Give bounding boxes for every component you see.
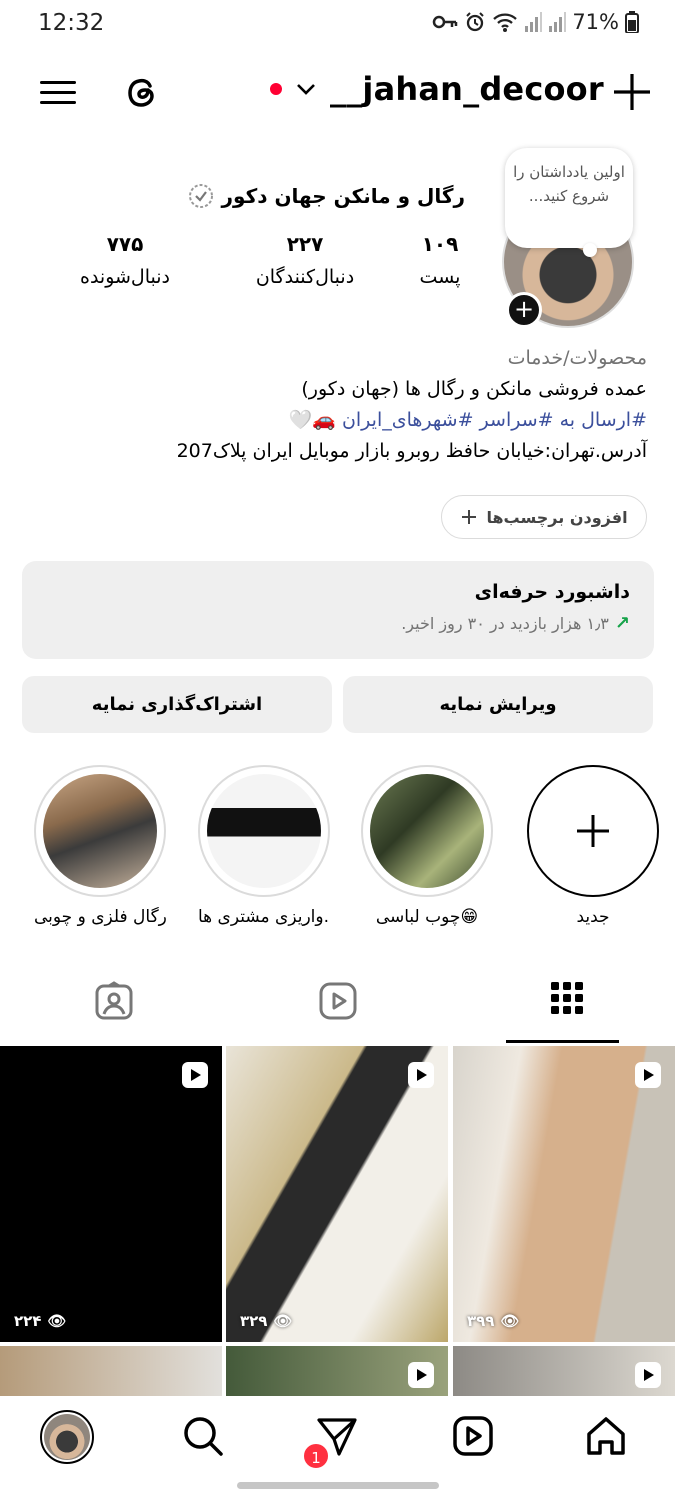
hashtag-link[interactable]: #ارسال به: [554, 409, 647, 431]
add-labels-label: افزودن برچسب‌ها: [486, 507, 628, 527]
messages-badge: 1: [302, 1442, 330, 1470]
eye-icon: 👁: [500, 1312, 520, 1330]
stat-posts[interactable]: ۱۰۹ پست: [400, 232, 480, 288]
home-indicator-bar[interactable]: [237, 1482, 439, 1489]
alarm-icon: [466, 12, 485, 32]
status-icons: 71%: [432, 10, 639, 34]
followers-count: ۲۲۷: [286, 232, 324, 256]
plus-icon: [462, 510, 477, 524]
posts-count: ۱۰۹: [421, 232, 459, 256]
view-count-value: ۳۹۹: [467, 1312, 495, 1330]
search-icon[interactable]: [181, 1414, 225, 1458]
view-count: ۳۹۹ 👁: [467, 1312, 520, 1330]
stat-following[interactable]: ۷۷۵ دنبال‌شونده: [60, 232, 190, 288]
trend-up-icon: ↗: [614, 613, 630, 634]
dashboard-title: داشبورد حرفه‌ای: [474, 581, 630, 603]
home-icon[interactable]: [584, 1414, 628, 1458]
chevron-down-icon: [297, 84, 315, 95]
highlight-hangers[interactable]: چوب لباسی😁: [361, 765, 493, 927]
grid-post[interactable]: ۲۲۴ 👁: [0, 1046, 222, 1342]
nav-profile[interactable]: [40, 1410, 94, 1464]
edit-profile-button[interactable]: ویرایش نمایه: [343, 676, 653, 733]
key-icon: [433, 15, 458, 29]
add-labels-button[interactable]: افزودن برچسب‌ها: [441, 495, 647, 539]
menu-icon[interactable]: [40, 74, 76, 110]
highlight-label: جدید: [576, 907, 610, 927]
grid-post[interactable]: ۳۲۹ 👁: [226, 1046, 448, 1342]
highlight-label: واریزی مشتری ها...: [198, 907, 330, 927]
following-label: دنبال‌شونده: [79, 266, 171, 288]
view-count: ۳۲۹ 👁: [240, 1312, 293, 1330]
bio-line-1: عمده فروشی مانکن و رگال ها (جهان دکور): [301, 378, 647, 400]
reel-icon: [635, 1062, 661, 1088]
account-switcher[interactable]: __jahan_decoor: [270, 70, 604, 108]
dashboard-subtitle: ↗ ۱٫۳ هزار بازدید در ۳۰ روز اخیر.: [46, 613, 630, 634]
battery-percent: 71%: [572, 10, 619, 34]
profile-username: __jahan_decoor: [330, 70, 604, 108]
highlight-label: چوب لباسی😁: [375, 907, 479, 927]
grid-post[interactable]: ۳۹۹ 👁: [453, 1046, 675, 1342]
highlight-new[interactable]: جدید: [527, 765, 659, 927]
grid-post[interactable]: [453, 1346, 675, 1396]
hashtag-link-2[interactable]: #سراسر #شهرهای_ایران: [342, 409, 554, 431]
reels-icon: [319, 982, 357, 1020]
wifi-icon: [493, 13, 518, 32]
professional-dashboard[interactable]: داشبورد حرفه‌ای ↗ ۱٫۳ هزار بازدید در ۳۰ …: [22, 561, 654, 659]
grid-post[interactable]: [226, 1346, 448, 1396]
highlight-cover: [370, 774, 484, 888]
reels-icon[interactable]: [451, 1414, 495, 1458]
tab-tagged[interactable]: [6, 975, 222, 1043]
signal-icon-2: [549, 12, 567, 32]
reel-icon: [408, 1362, 434, 1388]
tab-posts-grid[interactable]: [459, 975, 675, 1043]
reel-icon: [408, 1062, 434, 1088]
profile-bio: محصولات/خدمات عمده فروشی مانکن و رگال ها…: [27, 343, 647, 467]
highlight-customer-payments[interactable]: واریزی مشتری ها...: [198, 765, 330, 927]
display-name: رگال و مانکن جهان دکور: [188, 183, 465, 209]
bio-line-2: #ارسال به #سراسر #شهرهای_ایران 🚗🤍: [27, 405, 647, 436]
highlight-cover: [207, 774, 321, 888]
view-count-value: ۲۲۴: [14, 1312, 42, 1330]
grid-icon: [551, 982, 583, 1014]
bio-category: محصولات/خدمات: [507, 347, 647, 369]
display-name-text: رگال و مانکن جهان دکور: [221, 184, 465, 208]
view-count: ۲۲۴ 👁: [14, 1312, 67, 1330]
posts-label: پست: [419, 266, 461, 288]
followers-label: دنبال‌کنندگان: [255, 266, 355, 288]
tab-reels[interactable]: [230, 975, 446, 1043]
reel-icon: [182, 1062, 208, 1088]
battery-icon: [625, 11, 639, 33]
reel-icon: [635, 1362, 661, 1388]
note-bubble[interactable]: اولین یادداشتان را شروع کنید...: [505, 148, 633, 257]
following-count: ۷۷۵: [106, 232, 144, 256]
meta-verified-icon[interactable]: [188, 183, 214, 209]
status-bar: 12:32 71%: [0, 0, 675, 52]
add-story-plus-icon[interactable]: +: [506, 292, 542, 328]
highlight-label: رگال فلزی و چوبی: [34, 907, 166, 927]
highlight-racks[interactable]: رگال فلزی و چوبی: [34, 765, 166, 927]
stat-followers[interactable]: ۲۲۷ دنبال‌کنندگان: [225, 232, 385, 288]
eye-icon: 👁: [47, 1312, 67, 1330]
dashboard-subtitle-text: ۱٫۳ هزار بازدید در ۳۰ روز اخیر.: [401, 614, 609, 633]
bio-emojis: 🚗🤍: [288, 409, 336, 431]
status-time: 12:32: [38, 10, 105, 36]
active-tab-indicator: [506, 1040, 619, 1043]
eye-icon: 👁: [273, 1312, 293, 1330]
avatar: [44, 1414, 90, 1460]
share-profile-button[interactable]: اشتراک‌گذاری نمایه: [22, 676, 332, 733]
signal-icon: [525, 12, 543, 32]
create-plus-icon[interactable]: [610, 70, 654, 114]
plus-icon: [527, 765, 659, 897]
threads-icon[interactable]: [122, 72, 162, 112]
view-count-value: ۳۲۹: [240, 1312, 268, 1330]
bio-address: آدرس.تهران:خیابان حافظ روبرو بازار موبای…: [176, 440, 647, 462]
grid-post[interactable]: [0, 1346, 222, 1396]
notification-dot: [270, 83, 282, 95]
tagged-person-icon: [95, 981, 133, 1020]
highlight-cover: [43, 774, 157, 888]
